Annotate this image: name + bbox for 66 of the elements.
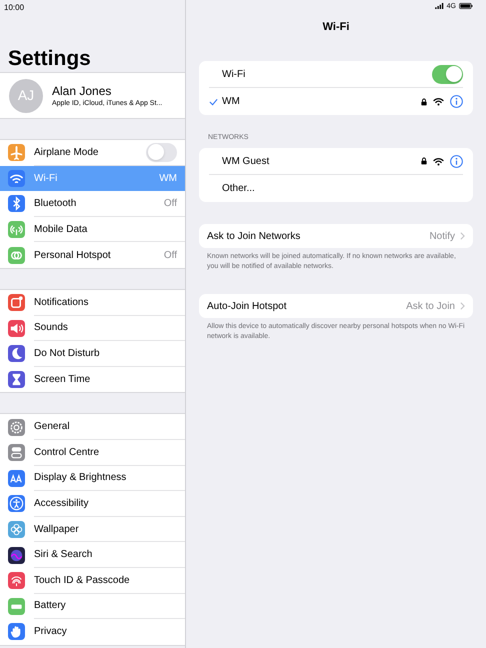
item-label: Screen Time (34, 373, 92, 388)
wifi-signal-icon (433, 156, 444, 166)
row-label: Auto-Join Hotspot (207, 300, 288, 314)
item-label: Airplane Mode (34, 146, 100, 160)
row-value: Ask to Join (406, 300, 455, 314)
network-name: WM (222, 95, 241, 109)
item-label: General (34, 420, 71, 434)
item-label: Wi-Fi (34, 172, 58, 186)
item-label: Control Centre (34, 446, 100, 460)
chevron-icon (460, 302, 465, 310)
sidebar-item[interactable]: Do Not Disturb (0, 341, 185, 367)
info-icon[interactable] (450, 154, 463, 168)
item-label: Mobile Data (34, 222, 88, 237)
signal-icon (434, 3, 444, 9)
sidebar-item[interactable]: Touch ID & Passcode (0, 568, 185, 594)
sidebar-item[interactable]: Wallpaper (0, 516, 185, 542)
settings-row[interactable]: Auto-Join Hotspot Ask to Join (199, 294, 473, 318)
network-row[interactable]: WM Guest (209, 148, 463, 175)
sidebar-item[interactable]: Bluetooth Off (0, 191, 185, 217)
sidebar-item[interactable]: General (0, 414, 185, 440)
sidebar-item[interactable]: Screen Time (0, 366, 185, 392)
item-label: Personal Hotspot (34, 248, 112, 263)
sidebar-item[interactable]: Display & Brightness (0, 466, 185, 492)
sidebar-item[interactable]: Battery (0, 594, 185, 620)
sidebar-item[interactable]: Personal Hotspot Off (0, 242, 185, 268)
sidebar-item[interactable]: Privacy (0, 619, 185, 645)
row-value: Notify (429, 230, 455, 244)
item-label: Battery (34, 599, 67, 614)
profile-name: Alan Jones (52, 84, 112, 96)
detail-title: Wi-Fi (322, 20, 350, 35)
network-name: Other... (222, 182, 256, 196)
row-label: Wi-Fi (222, 68, 246, 82)
status-time: 10:00 (4, 4, 24, 12)
chevron-icon (460, 232, 465, 240)
sidebar-item[interactable]: Airplane Mode (0, 140, 185, 166)
sidebar-item[interactable]: Sounds (0, 316, 185, 342)
item-label: Touch ID & Passcode (34, 574, 131, 588)
network-name: WM Guest (222, 154, 270, 168)
row-label: Ask to Join Networks (207, 230, 302, 244)
item-label: Notifications (34, 296, 90, 310)
sidebar-item[interactable]: Siri & Search (0, 542, 185, 568)
network-row[interactable]: Other... (209, 175, 463, 202)
item-label: Siri & Search (34, 548, 94, 562)
item-value: Off (164, 248, 177, 263)
avatar: AJ (9, 78, 43, 112)
sidebar-item[interactable]: Notifications (0, 290, 185, 316)
item-label: Privacy (34, 625, 68, 640)
item-label: Bluetooth (34, 196, 78, 211)
page-title: Settings (8, 48, 91, 69)
sidebar-item[interactable]: Accessibility (0, 491, 185, 517)
toggle-switch[interactable] (432, 64, 463, 84)
sidebar-item[interactable]: Control Centre (0, 440, 185, 466)
settings-row[interactable]: Ask to Join Networks Notify (199, 224, 473, 248)
item-value: WM (159, 172, 177, 186)
sidebar-item[interactable]: Mobile Data (0, 216, 185, 242)
item-label: Do Not Disturb (34, 346, 101, 361)
info-icon[interactable] (450, 95, 463, 108)
item-value: Off (164, 196, 177, 211)
wifi-signal-icon (433, 97, 444, 106)
item-label: Sounds (34, 321, 69, 336)
item-label: Wallpaper (34, 522, 80, 537)
battery-icon (459, 3, 473, 9)
network-row[interactable]: WM (209, 88, 463, 115)
item-label: Accessibility (34, 496, 90, 511)
item-label: Display & Brightness (34, 471, 128, 486)
toggle-switch[interactable] (146, 142, 177, 162)
